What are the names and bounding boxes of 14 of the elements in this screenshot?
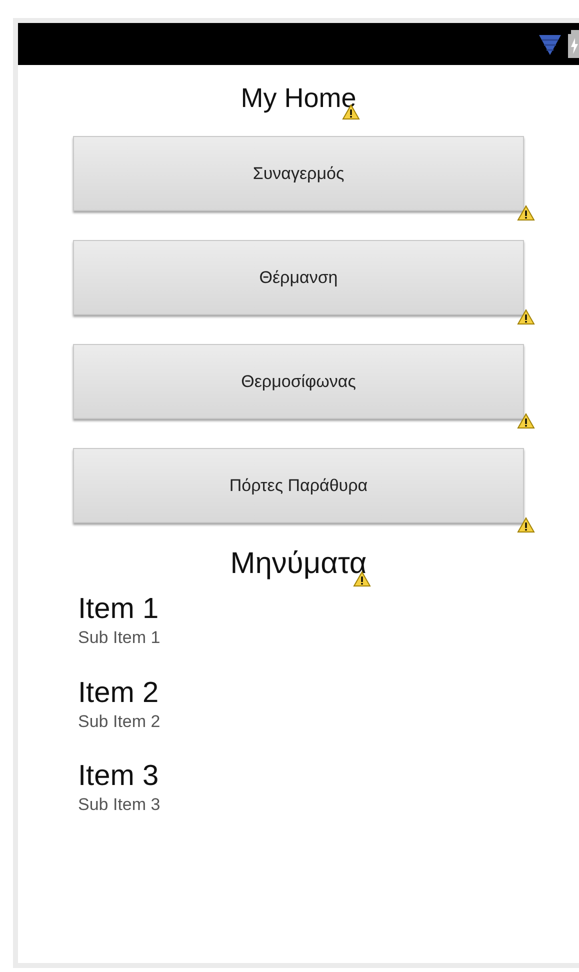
list-item-title[interactable]: Item 1: [78, 591, 159, 628]
wifi-icon: [538, 32, 562, 56]
list-item-subtitle: Sub Item 1: [78, 627, 160, 648]
screen-title: My Home: [240, 85, 356, 112]
list-item-title[interactable]: Item 3: [78, 758, 159, 794]
menu-button[interactable]: Πόρτες Παράθυρα: [73, 448, 524, 523]
list-item-title[interactable]: Item 2: [78, 674, 159, 711]
section-heading: Μηνύματα: [230, 549, 367, 579]
menu-button[interactable]: Θερμοσίφωνας: [73, 344, 524, 419]
list-item-subtitle: Sub Item 2: [78, 710, 160, 732]
menu-button[interactable]: Συναγερμός: [73, 136, 524, 211]
menu-button[interactable]: Θέρμανση: [73, 240, 524, 315]
battery-icon: [568, 30, 579, 58]
list-item-subtitle: Sub Item 3: [78, 794, 160, 816]
